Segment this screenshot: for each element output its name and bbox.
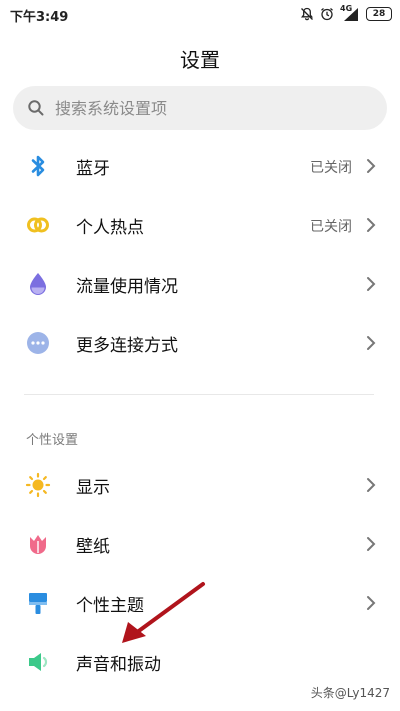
data-usage-icon	[24, 270, 52, 298]
display-label: 显示	[76, 478, 110, 498]
search-icon	[27, 99, 45, 121]
page-title: 设置	[180, 48, 220, 72]
settings-row-wallpaper[interactable]: 壁纸	[0, 519, 400, 569]
more-connections-label: 更多连接方式	[76, 336, 178, 356]
chevron-right-icon	[366, 276, 376, 296]
theme-label: 个性主题	[76, 596, 144, 616]
speaker-icon	[24, 648, 52, 676]
chevron-right-icon	[366, 335, 376, 355]
more-connections-icon	[24, 329, 52, 357]
sound-label: 声音和振动	[76, 655, 161, 675]
chevron-right-icon	[366, 477, 376, 497]
wallpaper-label: 壁纸	[76, 537, 110, 557]
settings-row-hotspot[interactable]: 个人热点 已关闭	[0, 200, 400, 250]
settings-row-sound[interactable]: 声音和振动	[0, 637, 400, 687]
watermark: 头条@Ly1427	[310, 686, 390, 700]
section-header-personal: 个性设置	[26, 433, 79, 448]
search-input[interactable]	[55, 86, 375, 130]
settings-row-bluetooth[interactable]: 蓝牙 已关闭	[0, 141, 400, 191]
tulip-icon	[24, 530, 52, 558]
bluetooth-icon	[24, 152, 52, 180]
section-divider	[24, 394, 374, 395]
signal-icon: 4G	[340, 4, 360, 22]
settings-row-data-usage[interactable]: 流量使用情况	[0, 259, 400, 309]
alarm-icon	[320, 7, 334, 21]
chevron-right-icon	[366, 536, 376, 556]
data-usage-label: 流量使用情况	[76, 277, 178, 297]
chevron-right-icon	[366, 158, 376, 178]
chevron-right-icon	[366, 595, 376, 615]
settings-row-more-connections[interactable]: 更多连接方式	[0, 318, 400, 368]
sun-icon	[24, 471, 52, 499]
search-bar[interactable]	[13, 86, 387, 130]
settings-row-display[interactable]: 显示	[0, 460, 400, 510]
hotspot-icon	[24, 211, 52, 239]
settings-row-theme[interactable]: 个性主题	[0, 578, 400, 628]
status-bar: 下午3:49 4G 28	[0, 0, 400, 28]
status-time: 下午3:49	[10, 10, 69, 25]
bluetooth-status: 已关闭	[310, 160, 352, 176]
bluetooth-label: 蓝牙	[76, 159, 110, 179]
chevron-right-icon	[366, 217, 376, 237]
hotspot-status: 已关闭	[310, 219, 352, 235]
brush-icon	[24, 589, 52, 617]
battery-indicator: 28	[366, 7, 392, 21]
status-icons: 4G 28	[300, 4, 392, 23]
notifications-off-icon	[300, 7, 314, 21]
hotspot-label: 个人热点	[76, 218, 144, 238]
